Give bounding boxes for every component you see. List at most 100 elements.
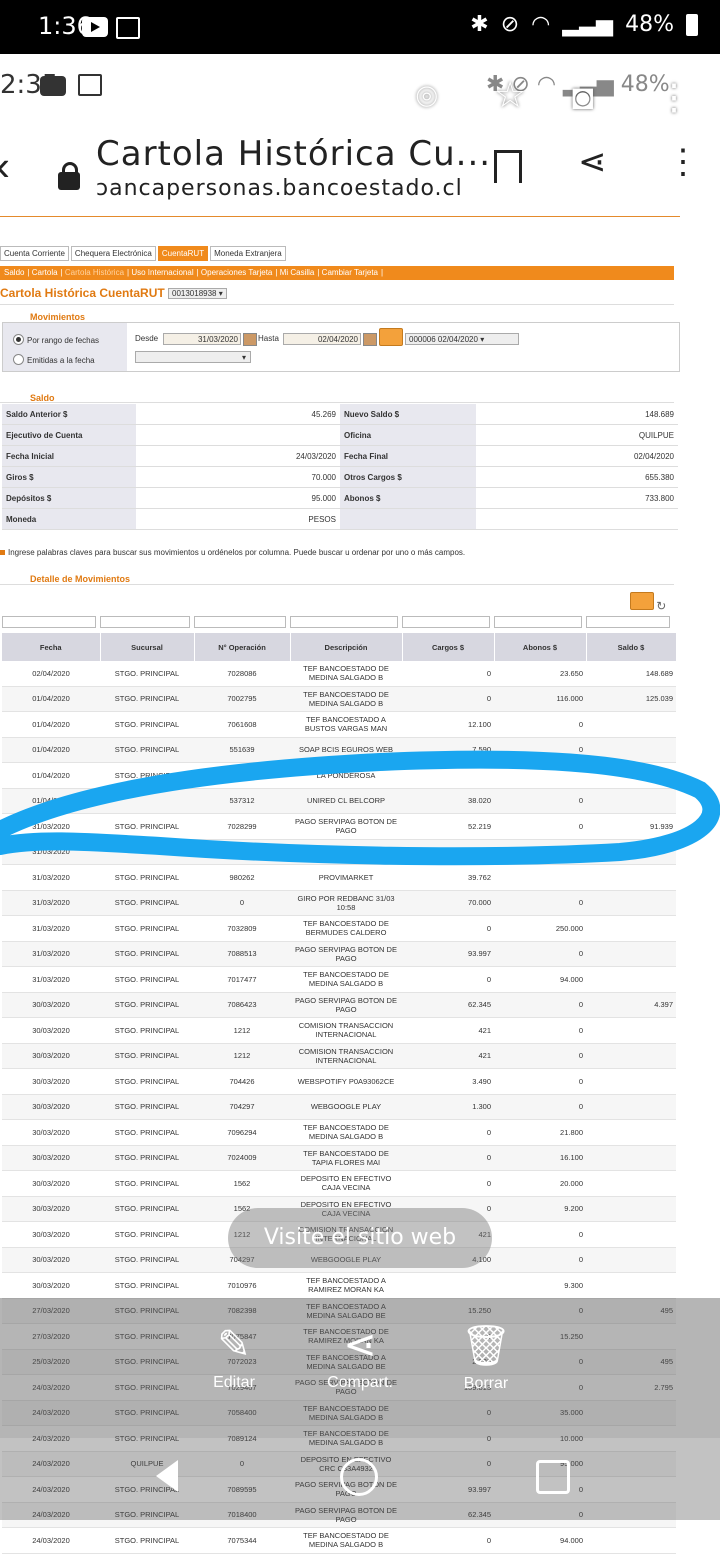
table-cell: 30/03/2020	[2, 1043, 100, 1069]
bookmark-icon[interactable]	[494, 150, 522, 183]
table-row: 24/03/2020 STGO. PRINCIPAL 7075344 TEF BANC…	[2, 1527, 676, 1554]
refresh-icon[interactable]: ↻	[656, 599, 666, 613]
statement-select[interactable]: 000006 02/04/2020 ▾	[405, 333, 519, 345]
column-header[interactable]: Fecha	[2, 633, 101, 661]
star-icon[interactable]: ☆	[494, 74, 526, 116]
table-cell: STGO. PRINCIPAL	[100, 1272, 194, 1299]
nav-back-icon[interactable]	[156, 1460, 178, 1492]
youtube-notification-icon	[82, 17, 108, 37]
lock-icon[interactable]	[58, 162, 80, 190]
filter-saldo[interactable]	[586, 616, 670, 628]
share-icon[interactable]: ⋖	[578, 142, 607, 182]
browser-url[interactable]: ɔancapersonas.bancoestado.cl	[96, 176, 463, 201]
subnav-saldo[interactable]: Saldo	[4, 268, 24, 277]
table-cell: 1.300	[402, 1094, 494, 1120]
table-cell: 0	[494, 711, 586, 738]
scan-icon[interactable]: ⌾	[416, 76, 438, 119]
table-cell: 7017477	[194, 966, 290, 993]
table-cell: 94.000	[494, 1527, 586, 1554]
nav-home-icon[interactable]	[340, 1458, 378, 1496]
table-cell: 31/03/2020	[2, 966, 100, 993]
table-row: 01/04/2020 STGO. PRINCIPAL 7061608 TEF BANC…	[2, 711, 676, 738]
table-cell: 94.000	[494, 966, 586, 993]
detalle-heading: Detalle de Movimientos	[30, 574, 131, 584]
desde-date-input[interactable]: 31/03/2020	[163, 333, 241, 345]
table-cell: STGO. PRINCIPAL	[100, 1145, 194, 1171]
table-search-button[interactable]	[630, 592, 654, 610]
saldo-cell-l1: Depósitos $	[2, 487, 136, 509]
tab-cuenta-corriente[interactable]: Cuenta Corriente	[0, 246, 69, 261]
emitidas-select[interactable]: ▾	[135, 351, 251, 363]
table-cell: STGO. PRINCIPAL	[100, 890, 194, 916]
browser-menu-icon[interactable]: ⋮	[666, 142, 700, 182]
subnav-uso-internacional[interactable]: Uso Internacional	[131, 268, 193, 277]
radio-por-rango[interactable]	[13, 334, 24, 345]
browser-page-title: Cartola Histórica Cu...	[96, 134, 492, 174]
table-cell	[586, 1247, 676, 1273]
table-cell: 0	[402, 661, 494, 687]
camera-icon[interactable]: ◙	[572, 76, 594, 118]
back-arrow-icon[interactable]: ‹	[0, 142, 10, 190]
filter-cargos[interactable]	[402, 616, 490, 628]
hasta-calendar-icon[interactable]	[363, 333, 377, 346]
table-cell: 1212	[194, 1017, 290, 1044]
table-cell: 7028086	[194, 661, 290, 687]
table-cell	[402, 1272, 494, 1299]
search-button[interactable]	[379, 328, 403, 346]
table-cell: 7032809	[194, 915, 290, 942]
table-row: 31/03/2020 STGO. PRINCIPAL 7017477 TEF BANC…	[2, 966, 676, 993]
subnav-mi-casilla[interactable]: Mi Casilla	[280, 268, 315, 277]
radio-emitidas[interactable]	[13, 354, 24, 365]
table-cell	[586, 915, 676, 942]
filter-fecha[interactable]	[2, 616, 96, 628]
tab-chequera-electronica[interactable]: Chequera Electrónica	[70, 246, 156, 261]
table-row: 31/03/2020 STGO. PRINCIPAL 7028299 PAGO SER…	[2, 813, 676, 840]
column-header[interactable]: N° Operación	[194, 633, 291, 661]
saldo-cell-v2: 655.380	[476, 466, 678, 488]
subnav-cambiar-tarjeta[interactable]: Cambiar Tarjeta	[322, 268, 378, 277]
table-cell: STGO. PRINCIPAL	[100, 1247, 194, 1273]
filter-descripcion[interactable]	[290, 616, 398, 628]
column-header[interactable]: Cargos $	[402, 633, 495, 661]
table-cell: 880	[402, 839, 494, 865]
table-cell: 02/04/2020	[2, 661, 100, 687]
column-header[interactable]: Saldo $	[586, 633, 677, 661]
delete-button[interactable]: 🗑 Borrar	[426, 1322, 546, 1393]
table-row: 30/03/2020 STGO. PRINCIPAL 7096294 TEF BANC…	[2, 1119, 676, 1146]
tab-moneda-extranjera[interactable]: Moneda Extranjera	[210, 246, 286, 261]
table-cell: 125.039	[586, 686, 676, 712]
hasta-date-input[interactable]: 02/04/2020	[283, 333, 361, 345]
desde-calendar-icon[interactable]	[243, 333, 257, 346]
subnav-operaciones-tarjeta[interactable]: Operaciones Tarjeta	[201, 268, 272, 277]
subnav-cartola[interactable]: Cartola	[32, 268, 58, 277]
table-cell: WEBSPOTIFY P0A93062CE	[290, 1068, 402, 1095]
nav-recents-icon[interactable]	[536, 1460, 570, 1494]
table-cell: WEBGOOGLE PLAY	[290, 1094, 402, 1120]
table-cell: 31/03/2020	[2, 839, 100, 865]
filter-abonos[interactable]	[494, 616, 582, 628]
filter-operacion[interactable]	[194, 616, 286, 628]
table-row: 01/04/2020 STGO. PRINCIPAL 551639 SOAP BCIS…	[2, 737, 676, 763]
visit-site-button[interactable]: Visite el sitio web	[228, 1208, 492, 1268]
table-cell: 704297	[194, 1094, 290, 1120]
table-cell: STGO. PRINCIPAL	[100, 1527, 194, 1554]
table-cell	[586, 762, 676, 789]
share-button[interactable]: ⋖ Compart.	[300, 1322, 420, 1392]
column-header[interactable]: Abonos $	[494, 633, 587, 661]
saldo-cell-l2: Nuevo Saldo $	[340, 404, 476, 425]
account-select[interactable]: 0013018938 ▾	[168, 288, 227, 299]
table-cell: 93.997	[402, 941, 494, 967]
table-cell: 551639	[194, 737, 290, 763]
more-vertical-icon[interactable]: ⋮	[656, 76, 692, 118]
filter-sucursal[interactable]	[100, 616, 190, 628]
subnav-cartola-historica[interactable]: Cartola Histórica	[65, 268, 124, 277]
table-cell: 31/03/2020	[2, 915, 100, 942]
column-header[interactable]: Descripción	[290, 633, 403, 661]
tab-cuentarut[interactable]: CuentaRUT	[157, 246, 209, 261]
column-header[interactable]: Sucursal	[100, 633, 195, 661]
table-cell	[586, 941, 676, 967]
table-cell: 0	[494, 992, 586, 1018]
table-cell: 980262	[194, 864, 290, 891]
table-cell	[586, 1068, 676, 1095]
edit-button[interactable]: ✎ Editar	[174, 1322, 294, 1392]
